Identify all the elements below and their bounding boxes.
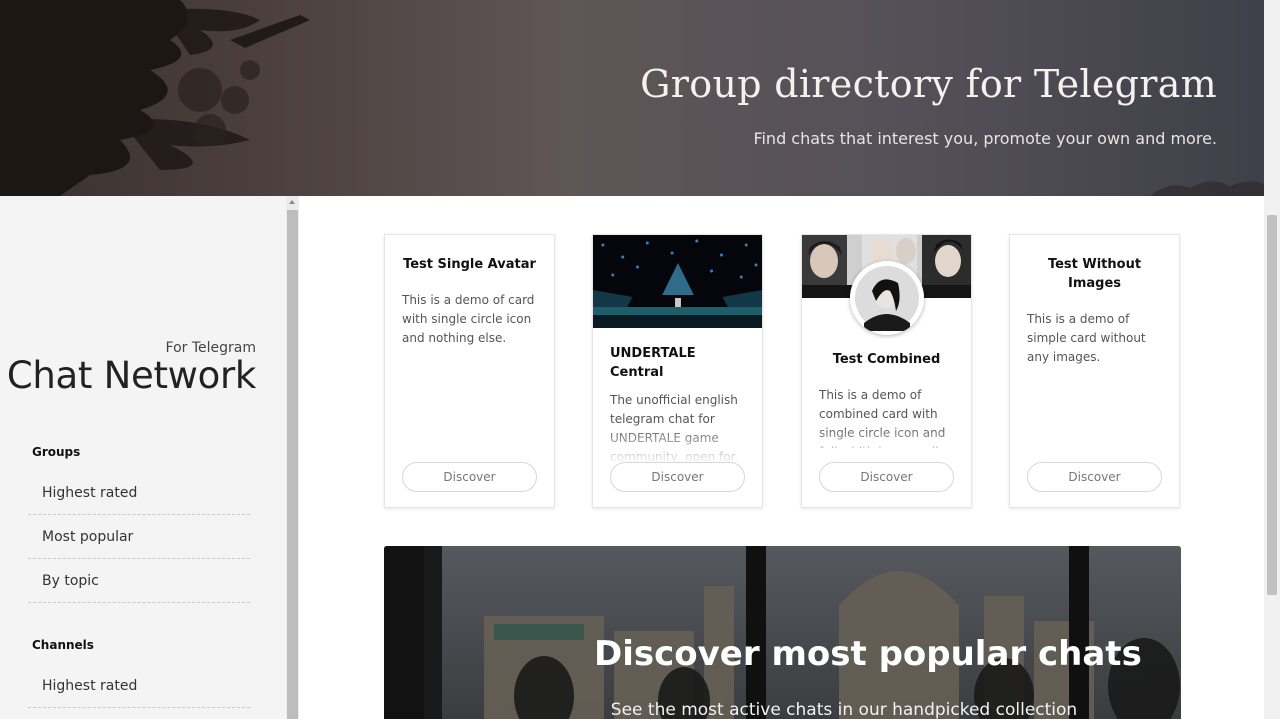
- card-title: Test Single Avatar: [403, 257, 536, 272]
- discover-button[interactable]: Discover: [402, 462, 537, 492]
- chat-card-single-avatar: Test Single Avatar This is a demo of car…: [384, 234, 555, 508]
- scroll-up-arrow-icon[interactable]: [289, 200, 295, 204]
- sidebar-scrollbar[interactable]: [286, 196, 299, 719]
- page-scrollbar[interactable]: [1264, 0, 1280, 719]
- channels-section-title: Channels: [32, 638, 94, 652]
- description-fade: [593, 425, 762, 465]
- hero-title: Group directory for Telegram: [640, 62, 1217, 106]
- card-title: Test Without Images: [1047, 257, 1142, 291]
- hero-subtitle: Find chats that interest you, promote yo…: [753, 129, 1217, 148]
- chat-card-combined: Test Combined This is a demo of combined…: [801, 234, 972, 508]
- card-description: This is a demo of card with single circl…: [402, 293, 535, 345]
- brand-name: Chat Network: [6, 354, 256, 397]
- groups-by-topic-link[interactable]: By topic: [28, 559, 250, 603]
- sidebar-scrollbar-thumb[interactable]: [287, 210, 298, 719]
- discover-button[interactable]: Discover: [1027, 462, 1162, 492]
- discover-button[interactable]: Discover: [610, 462, 745, 492]
- tree-silhouette-image: [0, 0, 310, 196]
- groups-most-popular-link[interactable]: Most popular: [28, 515, 250, 559]
- city-skyline-background-image: [384, 546, 1181, 719]
- channels-highest-rated-link[interactable]: Highest rated: [28, 664, 250, 708]
- discover-button[interactable]: Discover: [819, 462, 954, 492]
- undertale-banner-image: [593, 235, 762, 328]
- chat-card-without-images: Test Without Images This is a demo of si…: [1009, 234, 1180, 508]
- promo-subtitle: See the most active chats in our handpic…: [610, 700, 1078, 719]
- description-fade: [802, 425, 971, 465]
- promo-title: Discover most popular chats: [594, 634, 1142, 674]
- page-scrollbar-thumb[interactable]: [1267, 215, 1277, 595]
- card-title: UNDERTALE Central: [610, 346, 696, 380]
- promo-banner: Discover most popular chats See the most…: [384, 546, 1181, 719]
- sidebar: For Telegram Chat Network Groups Highest…: [0, 196, 286, 719]
- shrub-silhouette-image: [1150, 181, 1264, 196]
- chat-card-undertale: UNDERTALE Central The unofficial english…: [592, 234, 763, 508]
- card-description: This is a demo of simple card without an…: [1027, 312, 1146, 364]
- groups-highest-rated-link[interactable]: Highest rated: [28, 471, 250, 515]
- hero-header: Group directory for Telegram Find chats …: [0, 0, 1264, 196]
- groups-section-title: Groups: [32, 445, 81, 459]
- card-title: Test Combined: [832, 352, 941, 367]
- chat-avatar-image: [850, 261, 924, 335]
